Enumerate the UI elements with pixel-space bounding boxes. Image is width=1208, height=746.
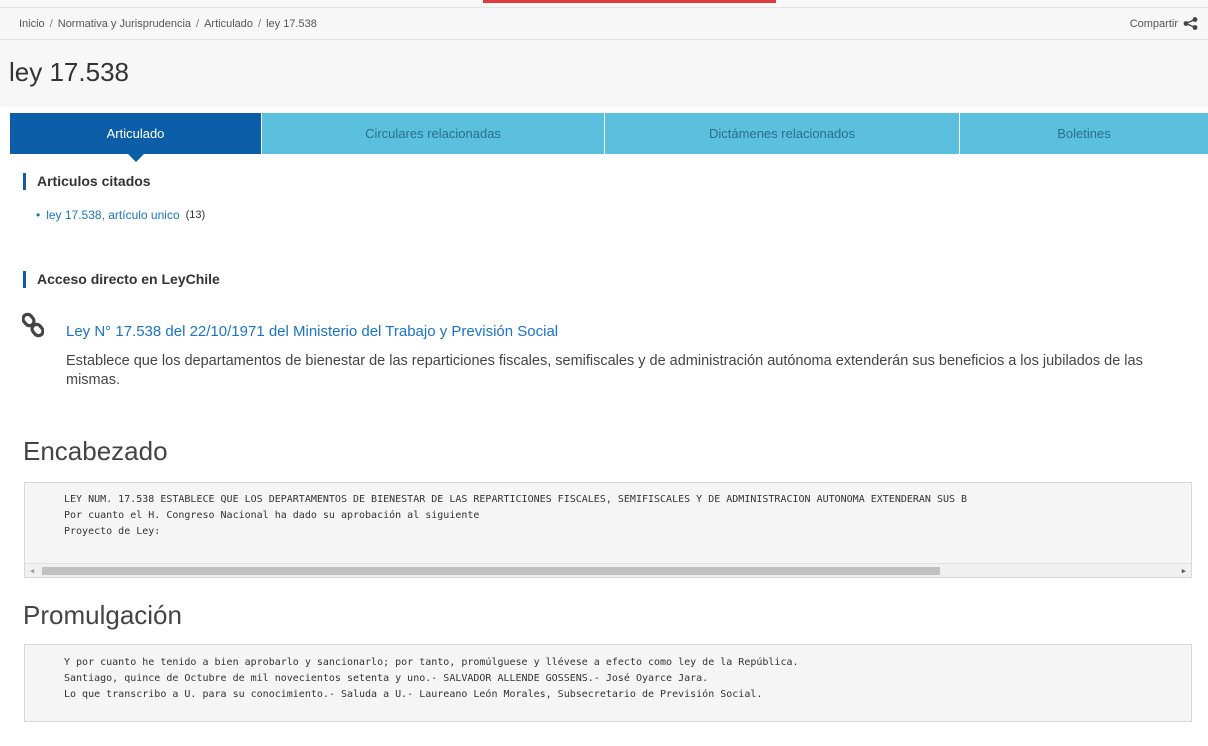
tab-label: Boletines [1057,126,1111,141]
encabezado-line: Proyecto de Ley: [64,526,161,537]
scroll-left-icon[interactable]: ◀ [30,567,34,575]
bullet-icon: • [36,208,41,222]
encabezado-line: Por cuanto el H. Congreso Nacional ha da… [64,510,480,521]
top-accent-bar [483,0,776,3]
share-button[interactable]: Compartir [1130,17,1198,30]
breadcrumb-separator: / [258,18,262,30]
breadcrumb-item-normativa[interactable]: Normativa y Jurisprudencia [58,18,191,30]
citation-count: (13) [185,209,206,221]
breadcrumb: Inicio / Normativa y Jurisprudencia / Articu… [19,18,317,30]
promulgacion-text: Y por cuanto he tenido a bien aprobarlo … [25,645,1191,703]
horizontal-scrollbar[interactable]: ◀ ▶ [25,563,1191,577]
breadcrumb-separator: / [49,18,53,30]
chain-link-icon [22,312,44,338]
share-icon [1183,17,1198,30]
promulgacion-text-box: Y por cuanto he tenido a bien aprobarlo … [24,644,1192,722]
list-item: • ley 17.538, artículo unico (13) [36,208,205,222]
tab-boletines[interactable]: Boletines [960,113,1208,154]
encabezado-heading: Encabezado [23,436,168,466]
breadcrumb-item-current: ley 17.538 [266,18,317,30]
encabezado-text-box[interactable]: LEY NUM. 17.538 ESTABLECE QUE LOS DEPART… [24,482,1192,578]
scroll-right-icon[interactable]: ▶ [1182,567,1186,575]
law-description: Establece que los departamentos de biene… [66,353,1143,388]
scrollbar-thumb[interactable] [42,567,940,575]
page-title: ley 17.538 [9,57,129,87]
promulgacion-line: Y por cuanto he tenido a bien aprobarlo … [64,657,799,668]
leychile-law-link[interactable]: Ley N° 17.538 del 22/10/1971 del Ministe… [66,323,558,340]
breadcrumb-item-articulado[interactable]: Articulado [204,18,253,30]
promulgacion-line: Santiago, quince de Octubre de mil novec… [64,673,709,684]
promulgacion-line: Lo que transcribo a U. para su conocimie… [64,689,763,700]
tab-bar: Articulado Circulares relacionadas Dictá… [10,113,1208,162]
tab-dictamenes-relacionados[interactable]: Dictámenes relacionados [605,113,960,154]
cited-article-link[interactable]: ley 17.538, artículo unico [46,208,179,222]
promulgacion-heading: Promulgación [23,600,182,630]
breadcrumb-separator: / [196,18,200,30]
encabezado-text: LEY NUM. 17.538 ESTABLECE QUE LOS DEPART… [25,483,1191,540]
active-tab-caret [127,154,144,162]
breadcrumb-item-inicio[interactable]: Inicio [19,18,45,30]
tab-label: Dictámenes relacionados [709,126,855,141]
encabezado-line: LEY NUM. 17.538 ESTABLECE QUE LOS DEPART… [64,494,968,505]
leychile-heading: Acceso directo en LeyChile [23,271,220,288]
tab-circulares-relacionadas[interactable]: Circulares relacionadas [262,113,605,154]
tab-articulado[interactable]: Articulado [10,113,262,162]
tab-label: Circulares relacionadas [365,126,501,141]
breadcrumb-bar: Inicio / Normativa y Jurisprudencia / Articu… [0,7,1208,40]
share-label: Compartir [1129,17,1178,30]
tab-label: Articulado [106,126,165,141]
articulos-citados-heading: Articulos citados [23,173,151,190]
